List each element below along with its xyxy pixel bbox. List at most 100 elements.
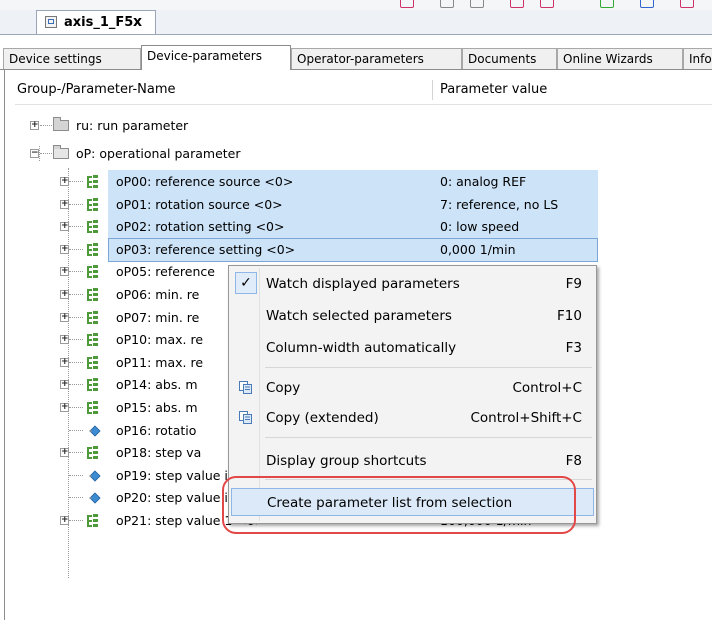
column-header-value[interactable]: Parameter value	[440, 82, 547, 97]
menu-item-label: Watch selected parameters	[266, 308, 452, 324]
toolbar-icon[interactable]	[680, 0, 694, 8]
menu-item-label: Copy (extended)	[266, 410, 379, 426]
expand-icon[interactable]: +	[60, 177, 69, 186]
parameter-row[interactable]: + oP02: rotation setting <0> 0: low speed	[0, 215, 712, 239]
column-header-name[interactable]: Group-/Parameter-Name	[17, 82, 176, 97]
folder-icon	[53, 117, 69, 131]
menu-item-shortcut: Control+C	[512, 380, 582, 396]
parameter-name: oP18: step va	[116, 445, 202, 460]
copy-icon	[239, 411, 252, 424]
expand-icon[interactable]: +	[60, 516, 69, 525]
tab-documents[interactable]: Documents	[462, 48, 557, 69]
expand-icon[interactable]: +	[60, 290, 69, 299]
toolbar-icon[interactable]	[400, 0, 414, 8]
tree-group-row[interactable]: + ru: run parameter	[0, 114, 712, 138]
tree-connector	[69, 249, 83, 250]
tree-connector	[69, 407, 83, 408]
expand-icon[interactable]: +	[30, 121, 39, 130]
tree-connector	[69, 339, 83, 340]
parameter-name: oP15: abs. m	[116, 400, 198, 415]
parameter-row[interactable]: + oP03: reference setting <0> 0,000 1/min	[0, 238, 712, 262]
expand-icon[interactable]: +	[60, 403, 69, 412]
tree-connector	[69, 452, 83, 453]
parameter-name: oP00: reference source <0>	[116, 174, 294, 189]
parameter-group-icon	[87, 355, 99, 371]
menu-separator	[265, 367, 592, 368]
editor-tab-strip: axis_1_F5 x	[0, 10, 712, 35]
parameter-value-icon	[89, 492, 101, 504]
tab-info[interactable]: Info	[683, 48, 712, 69]
parameter-value: 0: analog REF	[440, 174, 527, 189]
tree-connector	[69, 181, 83, 182]
parameter-group-icon	[87, 287, 99, 303]
parameter-name: oP14: abs. m	[116, 377, 198, 392]
tab-online-wizards[interactable]: Online Wizards	[557, 48, 683, 69]
toolbar-icon[interactable]	[540, 0, 554, 8]
menu-item-group-shortcuts[interactable]: Display group shortcuts F8	[231, 447, 594, 475]
parameter-group-icon	[87, 445, 99, 461]
menu-item-label: Watch displayed parameters	[266, 276, 460, 292]
menu-item-label: Copy	[266, 380, 301, 396]
expand-icon[interactable]: +	[60, 358, 69, 367]
context-menu: ✓ Watch displayed parameters F9 Watch se…	[228, 265, 597, 524]
parameter-row[interactable]: + oP01: rotation source <0> 7: reference, …	[0, 193, 712, 217]
expand-icon[interactable]: +	[60, 245, 69, 254]
tab-device-settings[interactable]: Device settings	[3, 48, 141, 69]
tree-connector	[69, 497, 83, 498]
parameter-value: 7: reference, no LS	[440, 197, 559, 212]
menu-item-watch-selected[interactable]: Watch selected parameters F10	[231, 302, 594, 330]
menu-item-copy-extended[interactable]: Copy (extended) Control+Shift+C	[231, 404, 594, 432]
folder-open-icon	[53, 145, 69, 159]
menu-item-label: Create parameter list from selection	[267, 495, 513, 511]
close-icon[interactable]: x	[133, 14, 142, 30]
expand-icon[interactable]: +	[60, 335, 69, 344]
expand-icon[interactable]: +	[60, 222, 69, 231]
expand-icon[interactable]: +	[60, 313, 69, 322]
expand-icon[interactable]: +	[60, 267, 69, 276]
tree-connector	[69, 520, 83, 521]
sub-tab-bar: Device settings Device-parameters Operat…	[0, 45, 712, 70]
tab-operator-parameters[interactable]: Operator-parameters	[291, 48, 462, 69]
parameter-group-icon	[87, 310, 99, 326]
parameter-group-icon	[87, 400, 99, 416]
parameter-group-icon	[87, 219, 99, 235]
menu-item-column-width[interactable]: Column-width automatically F3	[231, 334, 594, 362]
menu-item-copy[interactable]: Copy Control+C	[231, 374, 594, 402]
menu-item-shortcut: F3	[565, 340, 582, 356]
tree-connector	[69, 430, 83, 431]
collapse-icon[interactable]: −	[30, 149, 39, 158]
editor-tab[interactable]: axis_1_F5 x	[36, 10, 156, 34]
parameter-group-icon	[87, 197, 99, 213]
parameter-row[interactable]: + oP00: reference source <0> 0: analog REF	[0, 170, 712, 194]
menu-item-create-parameter-list[interactable]: Create parameter list from selection	[231, 488, 594, 516]
tree-connector	[69, 271, 83, 272]
parameter-group-icon	[87, 377, 99, 393]
expand-icon[interactable]: +	[60, 380, 69, 389]
menu-item-shortcut: F9	[565, 276, 582, 292]
group-label: ru: run parameter	[76, 118, 189, 133]
copy-icon	[239, 381, 252, 394]
toolbar-icon[interactable]	[470, 0, 484, 8]
expand-icon[interactable]: +	[60, 200, 69, 209]
column-separator[interactable]	[432, 80, 433, 100]
tree-connector	[69, 475, 83, 476]
parameter-value-icon	[89, 425, 101, 437]
expand-icon[interactable]: +	[60, 448, 69, 457]
menu-item-watch-displayed[interactable]: ✓ Watch displayed parameters F9	[231, 270, 594, 298]
tree-connector	[69, 226, 83, 227]
toolbar-icon[interactable]	[640, 0, 654, 8]
toolbar-icon[interactable]	[600, 0, 614, 8]
parameter-name: oP07: min. re	[116, 310, 200, 325]
tree-connector	[69, 317, 83, 318]
parameter-name: oP16: rotatio	[116, 423, 197, 438]
menu-separator	[265, 479, 592, 480]
parameter-name: oP05: reference	[116, 264, 215, 279]
tab-device-parameters[interactable]: Device-parameters	[141, 45, 291, 70]
parameter-name: oP01: rotation source <0>	[116, 197, 283, 212]
tree-connector	[40, 153, 52, 154]
tree-group-row[interactable]: − oP: operational parameter	[0, 142, 712, 166]
toolbar-icon[interactable]	[510, 0, 524, 8]
toolbar-icon[interactable]	[440, 0, 454, 8]
parameter-name: oP03: reference setting <0>	[116, 242, 296, 257]
tree-connector	[40, 125, 52, 126]
